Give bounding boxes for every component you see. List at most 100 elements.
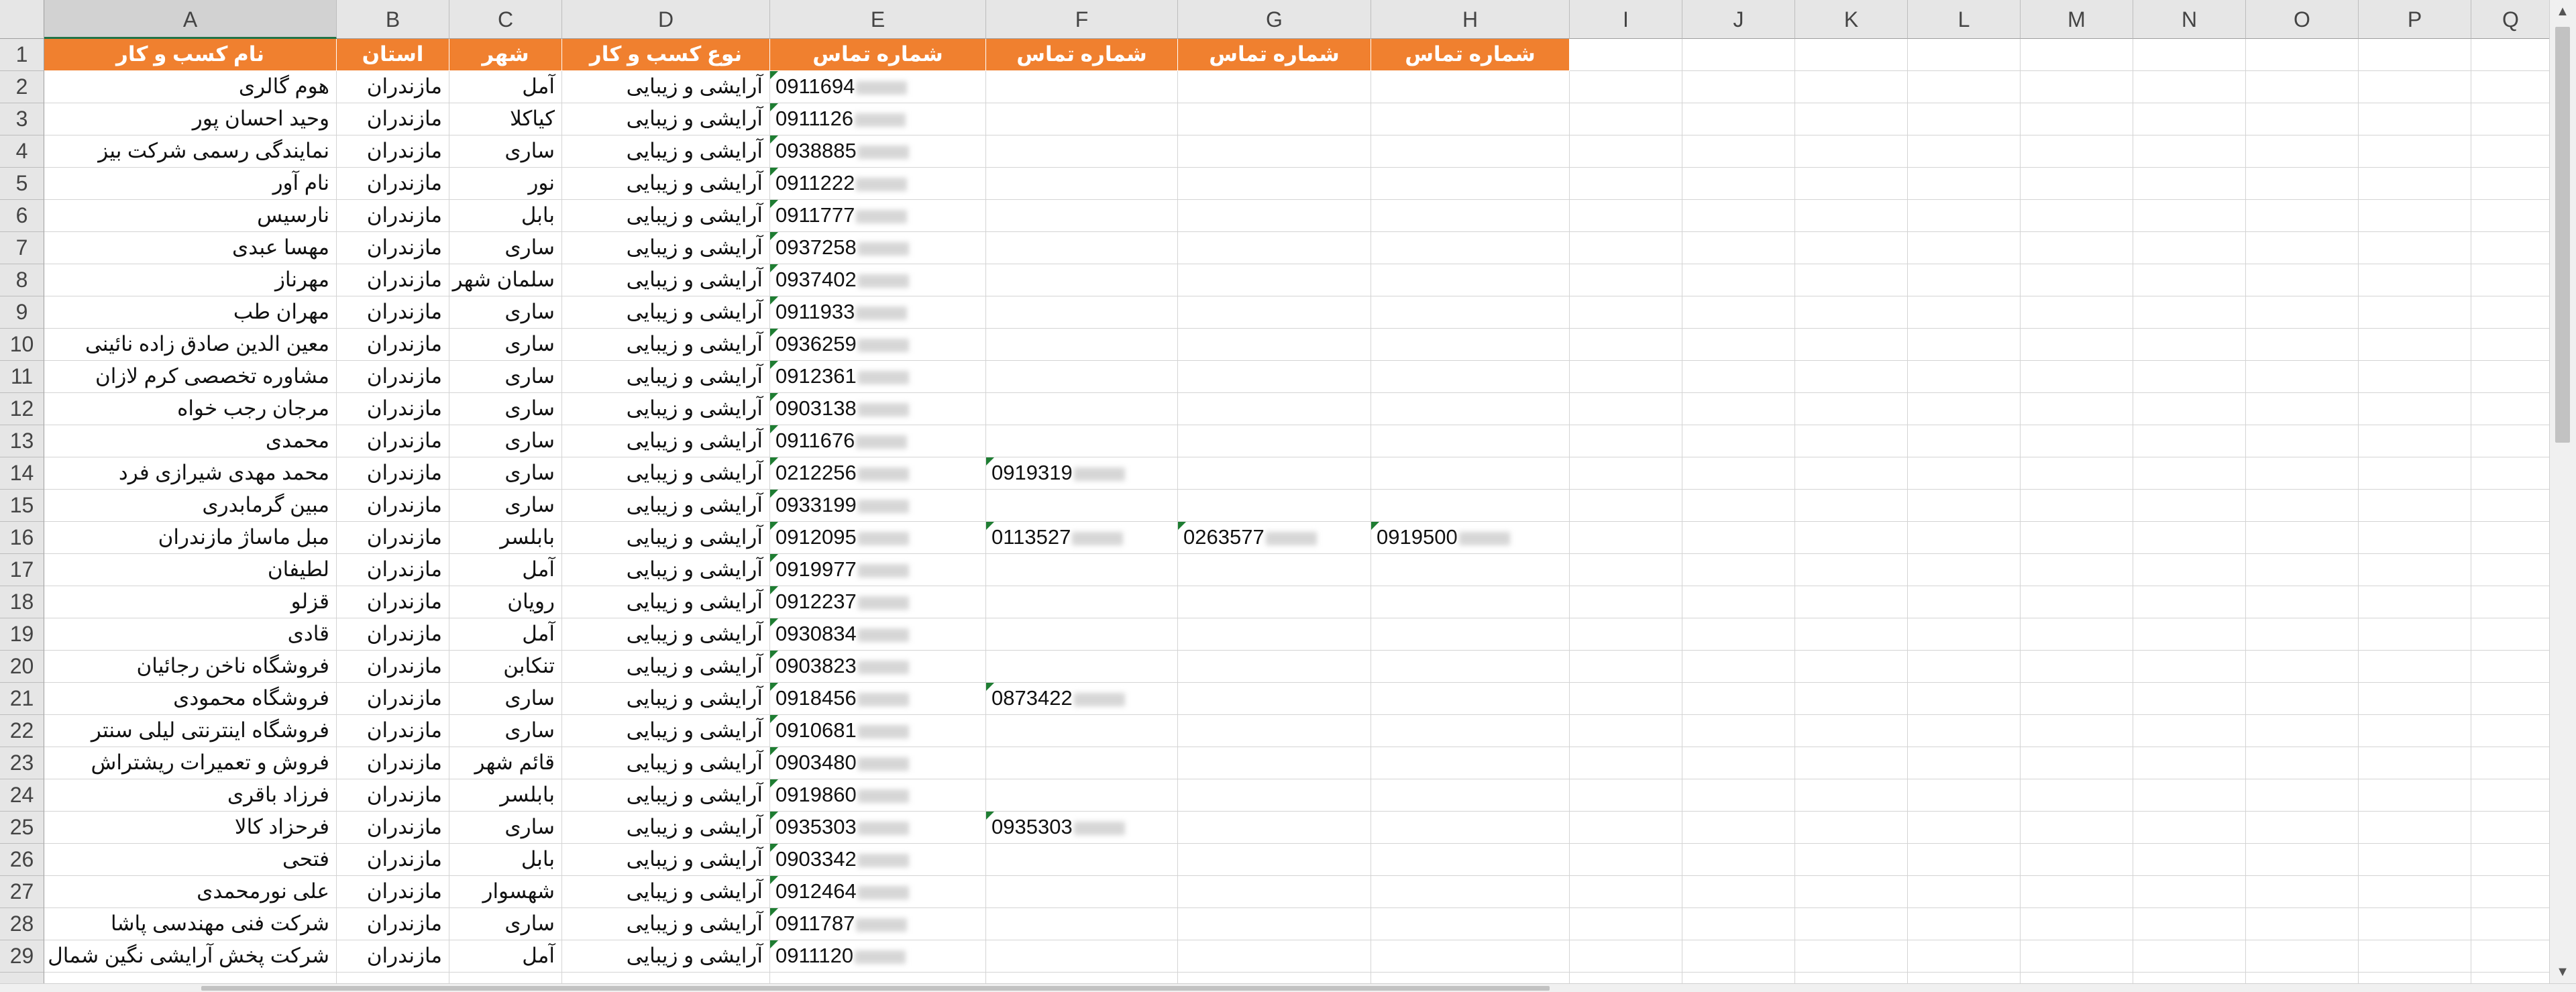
name-cell[interactable]: فروشگاه اینترنتی لیلی سنتر [44, 715, 337, 747]
phone-cell[interactable] [1178, 586, 1371, 618]
cell[interactable] [1908, 490, 2021, 522]
cell[interactable] [2359, 457, 2471, 490]
province-cell[interactable]: مازندران [337, 232, 449, 264]
cell[interactable] [1682, 715, 1795, 747]
cell[interactable] [1908, 844, 2021, 876]
cell[interactable] [2133, 747, 2246, 779]
row-header[interactable]: 17 [0, 554, 44, 586]
phone-cell[interactable]: 0903138 [770, 393, 986, 425]
cell[interactable] [1795, 586, 1908, 618]
cell[interactable] [2471, 232, 2549, 264]
cell[interactable] [2359, 490, 2471, 522]
type-cell[interactable]: آرایشی و زیبایی [562, 876, 770, 908]
cell[interactable] [1908, 586, 2021, 618]
cell[interactable] [1908, 876, 2021, 908]
cell[interactable] [2133, 554, 2246, 586]
phone-cell[interactable]: 0912095 [770, 522, 986, 554]
cell[interactable] [1908, 264, 2021, 296]
cell[interactable] [1570, 71, 1682, 103]
cell[interactable] [1908, 522, 2021, 554]
province-cell[interactable]: مازندران [337, 425, 449, 457]
cell[interactable] [2359, 651, 2471, 683]
phone-cell[interactable] [1371, 940, 1570, 973]
cell[interactable] [2246, 39, 2359, 71]
name-cell[interactable]: نمایندگی رسمی شرکت بیز [44, 135, 337, 168]
city-cell[interactable]: بابلسر [449, 779, 562, 812]
cell[interactable] [1908, 779, 2021, 812]
row-header[interactable]: 29 [0, 940, 44, 973]
phone-cell[interactable] [1178, 876, 1371, 908]
phone-cell[interactable] [1178, 940, 1371, 973]
cell[interactable] [2021, 844, 2133, 876]
cell[interactable] [1682, 393, 1795, 425]
province-cell[interactable]: مازندران [337, 876, 449, 908]
cell[interactable] [2471, 168, 2549, 200]
cell[interactable] [1682, 683, 1795, 715]
cell[interactable] [1908, 747, 2021, 779]
name-cell[interactable]: فروشگاه محمودی [44, 683, 337, 715]
phone-cell[interactable] [1371, 651, 1570, 683]
cell[interactable] [2246, 361, 2359, 393]
phone-cell[interactable] [1178, 232, 1371, 264]
name-cell[interactable]: قزلو [44, 586, 337, 618]
type-cell[interactable]: آرایشی و زیبایی [562, 554, 770, 586]
cell[interactable] [2471, 264, 2549, 296]
phone-cell[interactable] [1371, 232, 1570, 264]
city-cell[interactable]: آمل [449, 71, 562, 103]
cell[interactable] [1682, 168, 1795, 200]
name-cell[interactable]: هوم گالری [44, 71, 337, 103]
province-cell[interactable]: مازندران [337, 618, 449, 651]
cell[interactable] [2021, 554, 2133, 586]
cell[interactable] [1795, 554, 1908, 586]
cell[interactable] [2133, 329, 2246, 361]
cell[interactable] [2133, 779, 2246, 812]
province-cell[interactable]: مازندران [337, 200, 449, 232]
cell[interactable] [1795, 71, 1908, 103]
cell[interactable] [1570, 232, 1682, 264]
cell[interactable] [2359, 329, 2471, 361]
cell[interactable] [562, 973, 770, 983]
phone-cell[interactable] [986, 200, 1178, 232]
cell[interactable] [2133, 232, 2246, 264]
cell[interactable] [1682, 361, 1795, 393]
row-header[interactable] [0, 973, 44, 983]
cell[interactable] [1570, 683, 1682, 715]
type-cell[interactable]: آرایشی و زیبایی [562, 940, 770, 973]
phone-cell[interactable]: 0911120 [770, 940, 986, 973]
cell[interactable] [1682, 554, 1795, 586]
cell[interactable] [1570, 715, 1682, 747]
province-cell[interactable]: مازندران [337, 779, 449, 812]
name-cell[interactable]: فروشگاه ناخن رجائیان [44, 651, 337, 683]
cell[interactable] [1682, 651, 1795, 683]
type-cell[interactable]: آرایشی و زیبایی [562, 425, 770, 457]
phone-cell[interactable] [986, 618, 1178, 651]
phone-cell[interactable] [1371, 264, 1570, 296]
cell[interactable] [2471, 779, 2549, 812]
cell[interactable] [1795, 425, 1908, 457]
phone-cell[interactable]: 0935303 [770, 812, 986, 844]
cell[interactable] [2246, 393, 2359, 425]
phone-cell[interactable] [986, 908, 1178, 940]
phone-cell[interactable] [1178, 490, 1371, 522]
cell[interactable] [2246, 71, 2359, 103]
name-cell[interactable]: فتحی [44, 844, 337, 876]
cell[interactable] [2021, 618, 2133, 651]
column-header-n[interactable]: N [2133, 0, 2246, 39]
phone-cell[interactable] [986, 586, 1178, 618]
cell[interactable] [1795, 393, 1908, 425]
select-all-corner[interactable] [0, 0, 44, 39]
cell[interactable] [2246, 683, 2359, 715]
city-cell[interactable]: آمل [449, 940, 562, 973]
phone-cell[interactable] [986, 940, 1178, 973]
row-header[interactable]: 11 [0, 361, 44, 393]
name-cell[interactable]: مبین گرمابدری [44, 490, 337, 522]
phone-cell[interactable] [1178, 361, 1371, 393]
cell[interactable] [1682, 973, 1795, 983]
header-cell[interactable]: شهر [449, 39, 562, 71]
column-header-o[interactable]: O [2246, 0, 2359, 39]
cell[interactable] [1570, 586, 1682, 618]
type-cell[interactable]: آرایشی و زیبایی [562, 135, 770, 168]
cell[interactable] [1682, 747, 1795, 779]
cell[interactable] [2471, 329, 2549, 361]
column-header-l[interactable]: L [1908, 0, 2021, 39]
